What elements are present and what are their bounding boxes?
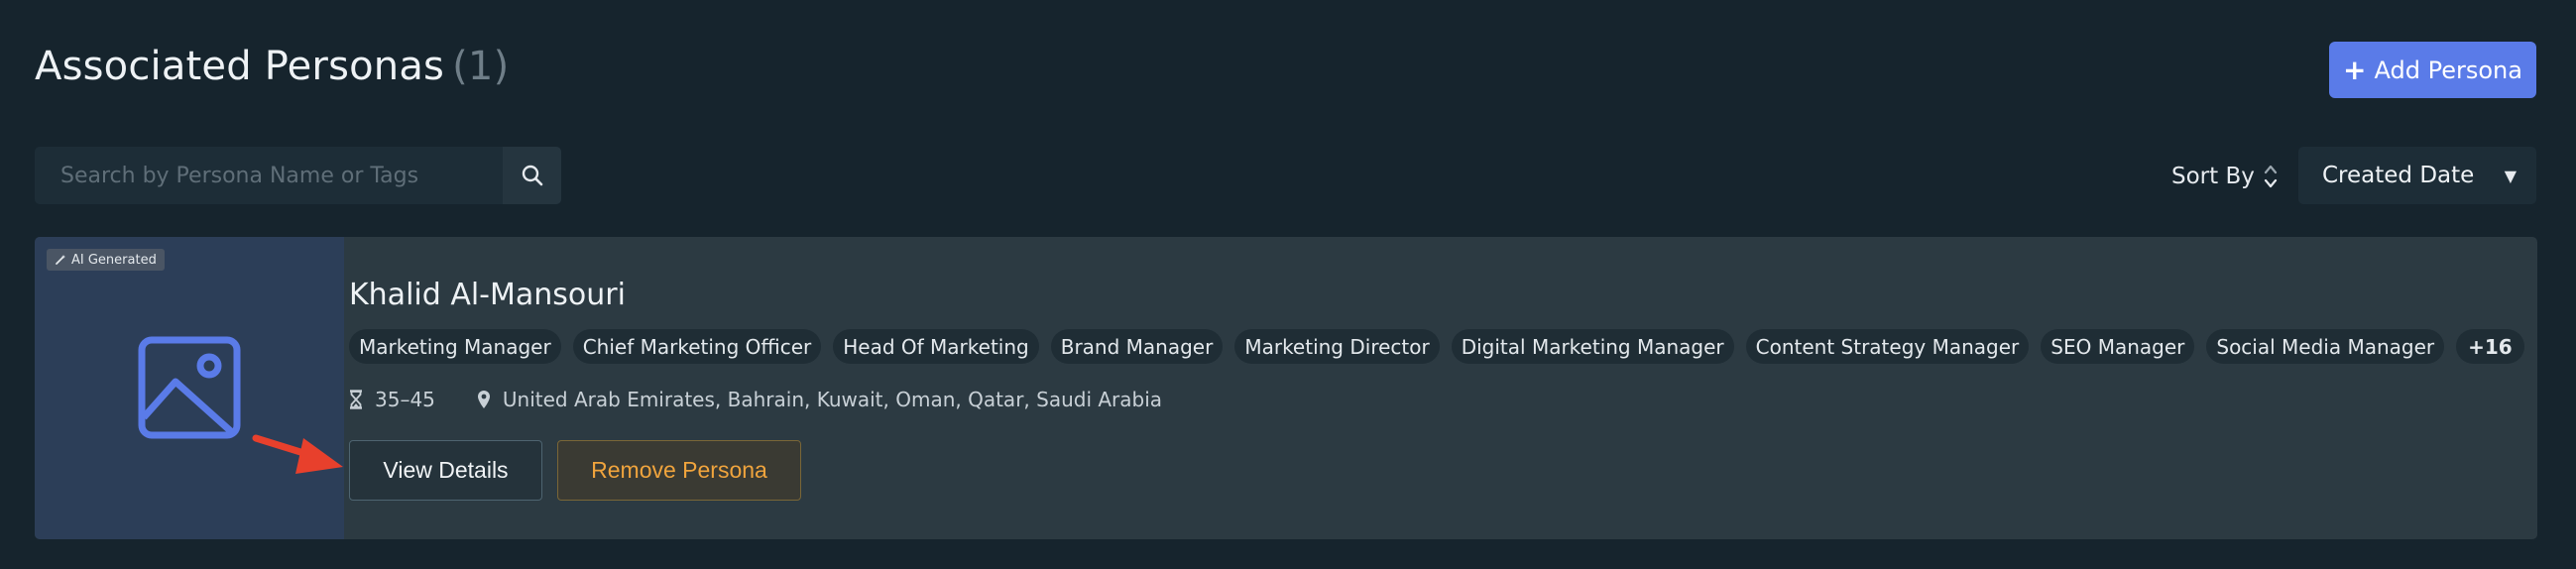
caret-down-icon: ▼ bbox=[2504, 166, 2517, 185]
tag-chip: Content Strategy Manager bbox=[1745, 329, 2030, 364]
plus-icon: + bbox=[2343, 53, 2367, 86]
tag-chip: SEO Manager bbox=[2041, 329, 2195, 364]
locations: United Arab Emirates, Bahrain, Kuwait, O… bbox=[477, 388, 1162, 411]
sort-arrows-icon bbox=[2264, 165, 2277, 188]
add-persona-button[interactable]: + Add Persona bbox=[2329, 42, 2536, 98]
tag-chip: Chief Marketing Officer bbox=[572, 329, 822, 364]
map-pin-icon bbox=[477, 391, 490, 408]
more-tags-chip[interactable]: +16 bbox=[2456, 329, 2524, 364]
tag-chip: Marketing Manager bbox=[349, 329, 561, 364]
remove-persona-button[interactable]: Remove Persona bbox=[557, 440, 801, 501]
tag-chip: Social Media Manager bbox=[2206, 329, 2445, 364]
tag-chip: Digital Marketing Manager bbox=[1451, 329, 1734, 364]
search-icon bbox=[522, 165, 542, 186]
search-bar bbox=[35, 147, 561, 204]
image-placeholder-icon bbox=[138, 336, 241, 439]
tag-chip: Marketing Director bbox=[1234, 329, 1440, 364]
add-persona-label: Add Persona bbox=[2374, 56, 2522, 84]
ai-generated-badge: AI Generated bbox=[47, 249, 165, 271]
page: Associated Personas(1) + Add Persona Sor… bbox=[0, 0, 2576, 569]
view-details-button[interactable]: View Details bbox=[349, 440, 542, 501]
sort-selected-value: Created Date bbox=[2322, 163, 2475, 188]
age-range: 35–45 bbox=[349, 388, 435, 411]
sort-by-control[interactable]: Sort By bbox=[2171, 162, 2279, 191]
locations-text: United Arab Emirates, Bahrain, Kuwait, O… bbox=[502, 388, 1163, 411]
sort-dropdown[interactable]: Created Date ▼ bbox=[2298, 147, 2536, 204]
red-arrow-icon bbox=[252, 434, 343, 474]
persona-meta: 35–45 United Arab Emirates, Bahrain, Kuw… bbox=[349, 388, 1162, 411]
persona-name: Khalid Al-Mansouri bbox=[349, 278, 626, 312]
page-title-text: Associated Personas bbox=[35, 44, 445, 89]
tag-chip: Brand Manager bbox=[1050, 329, 1224, 364]
search-button[interactable] bbox=[503, 147, 561, 204]
sort-by-label: Sort By bbox=[2171, 164, 2255, 189]
wand-icon bbox=[56, 255, 65, 265]
ai-generated-label: AI Generated bbox=[71, 252, 157, 268]
search-input[interactable] bbox=[35, 147, 503, 204]
persona-tags: Marketing Manager Chief Marketing Office… bbox=[349, 329, 2524, 364]
hourglass-icon bbox=[350, 390, 362, 409]
tag-chip: Head Of Marketing bbox=[833, 329, 1039, 364]
age-range-text: 35–45 bbox=[375, 388, 435, 411]
persona-thumbnail: AI Generated bbox=[35, 237, 344, 539]
page-title: Associated Personas (1) bbox=[35, 44, 509, 89]
persona-count: (1) bbox=[452, 44, 510, 89]
